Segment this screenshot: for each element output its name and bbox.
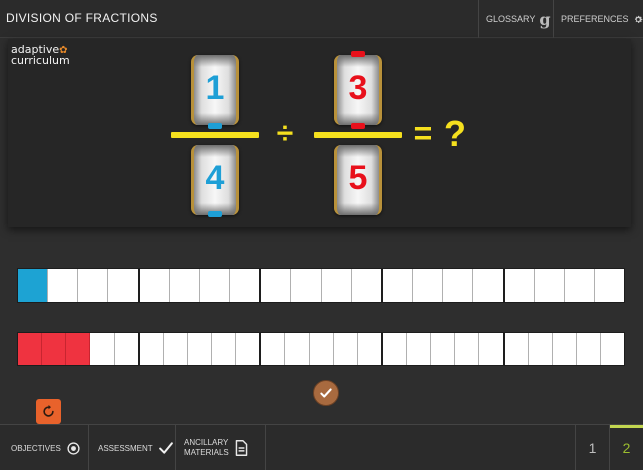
glossary-button[interactable]: GLOSSARY g: [478, 0, 553, 38]
right-numerator-next-digit: [351, 123, 365, 129]
preferences-label: PREFERENCES: [561, 14, 629, 24]
fraction-stage: adaptive✿ curriculum 1 4 ÷ 3 5 = ?: [8, 39, 631, 227]
bar-cell-filled[interactable]: [42, 333, 67, 365]
equals-symbol: =: [413, 115, 433, 151]
bar-cell[interactable]: [291, 269, 322, 302]
bar-cell[interactable]: [187, 333, 212, 365]
bar-cell[interactable]: [285, 333, 310, 365]
bar-cell[interactable]: [504, 269, 535, 302]
bar-cell[interactable]: [382, 333, 407, 365]
adaptive-curriculum-logo: adaptive✿ curriculum: [11, 43, 70, 67]
left-numerator-next-digit: [208, 123, 222, 129]
bar-cell[interactable]: [455, 333, 480, 365]
bar-cell[interactable]: [90, 333, 115, 365]
left-denominator: 4: [205, 159, 225, 197]
bar-cell[interactable]: [594, 269, 625, 302]
right-numerator-reel[interactable]: 3: [334, 55, 382, 125]
preferences-button[interactable]: PREFERENCES: [553, 0, 643, 38]
assessment-button[interactable]: ASSESSMENT: [89, 425, 176, 470]
bar-cell[interactable]: [139, 269, 170, 302]
bar-cell[interactable]: [261, 269, 292, 302]
top-bar: DIVISION OF FRACTIONS GLOSSARY g PREFERE…: [0, 0, 643, 38]
bar-cell[interactable]: [528, 333, 553, 365]
checkmark-icon: [320, 388, 332, 398]
bottom-bar: OBJECTIVES ASSESSMENT ANCILLARY MATERIALS…: [0, 424, 643, 470]
bar-cell[interactable]: [382, 269, 414, 302]
left-denominator-next-digit: [208, 211, 222, 217]
bar-cell[interactable]: [504, 333, 529, 365]
reset-icon: [43, 404, 54, 417]
reset-button[interactable]: [36, 399, 61, 424]
document-icon: [235, 440, 248, 456]
bar-cell[interactable]: [431, 333, 456, 365]
bar-cell[interactable]: [413, 269, 444, 302]
checkmark-icon: [158, 442, 173, 454]
bar-cell[interactable]: [199, 269, 231, 302]
glossary-label: GLOSSARY: [486, 14, 536, 24]
bar-cell[interactable]: [407, 333, 432, 365]
divide-symbol: ÷: [276, 117, 294, 150]
assessment-label: ASSESSMENT: [98, 443, 153, 453]
bar-cell[interactable]: [309, 333, 334, 365]
result-unknown: ?: [444, 113, 466, 154]
right-numerator-prev-digit: [351, 51, 365, 57]
bar-cell[interactable]: [333, 333, 358, 365]
fourths-bar[interactable]: [17, 268, 625, 303]
bar-cell[interactable]: [163, 333, 188, 365]
left-numerator-reel[interactable]: 1: [191, 55, 239, 125]
bar-cell[interactable]: [473, 269, 505, 302]
page-1-button[interactable]: 1: [575, 425, 609, 470]
right-denominator: 5: [348, 159, 368, 197]
bar-cell[interactable]: [351, 269, 383, 302]
left-denominator-reel[interactable]: 4: [191, 145, 239, 215]
bar-cell-filled[interactable]: [66, 333, 91, 365]
glossary-g-icon: g: [539, 9, 551, 29]
gear-icon: [634, 15, 642, 23]
bar-cell[interactable]: [564, 269, 595, 302]
ancillary-label: ANCILLARY MATERIALS: [184, 438, 229, 457]
bar-cell[interactable]: [576, 333, 601, 365]
bar-cell[interactable]: [230, 269, 262, 302]
bar-cell[interactable]: [321, 269, 352, 302]
right-denominator-reel[interactable]: 5: [334, 145, 382, 215]
bar-cell[interactable]: [48, 269, 79, 302]
check-answer-button[interactable]: [313, 380, 339, 406]
left-fraction-bar: [171, 132, 259, 138]
bar-cell[interactable]: [139, 333, 164, 365]
ancillary-materials-button[interactable]: ANCILLARY MATERIALS: [176, 425, 266, 470]
bar-cell[interactable]: [114, 333, 140, 365]
bar-cell-filled[interactable]: [18, 333, 43, 365]
bar-cell[interactable]: [236, 333, 262, 365]
bar-cell[interactable]: [212, 333, 237, 365]
bar-cell[interactable]: [552, 333, 577, 365]
bar-cell[interactable]: [261, 333, 286, 365]
bar-cell-filled[interactable]: [18, 269, 49, 302]
bar-cell[interactable]: [357, 333, 383, 365]
page-2-button[interactable]: 2: [609, 425, 643, 470]
objectives-button[interactable]: OBJECTIVES: [0, 425, 89, 470]
bar-cell[interactable]: [78, 269, 109, 302]
left-numerator: 1: [205, 69, 225, 107]
bar-cell[interactable]: [601, 333, 625, 365]
right-fraction-bar: [314, 132, 402, 138]
bar-cell[interactable]: [534, 269, 565, 302]
bar-cell[interactable]: [108, 269, 140, 302]
right-numerator: 3: [348, 69, 368, 107]
bar-cell[interactable]: [169, 269, 200, 302]
page-title: DIVISION OF FRACTIONS: [6, 11, 158, 25]
target-icon: [67, 441, 80, 455]
objectives-label: OBJECTIVES: [11, 443, 61, 453]
bar-cell[interactable]: [443, 269, 474, 302]
fifths-bar[interactable]: [17, 332, 625, 366]
bar-cell[interactable]: [479, 333, 505, 365]
